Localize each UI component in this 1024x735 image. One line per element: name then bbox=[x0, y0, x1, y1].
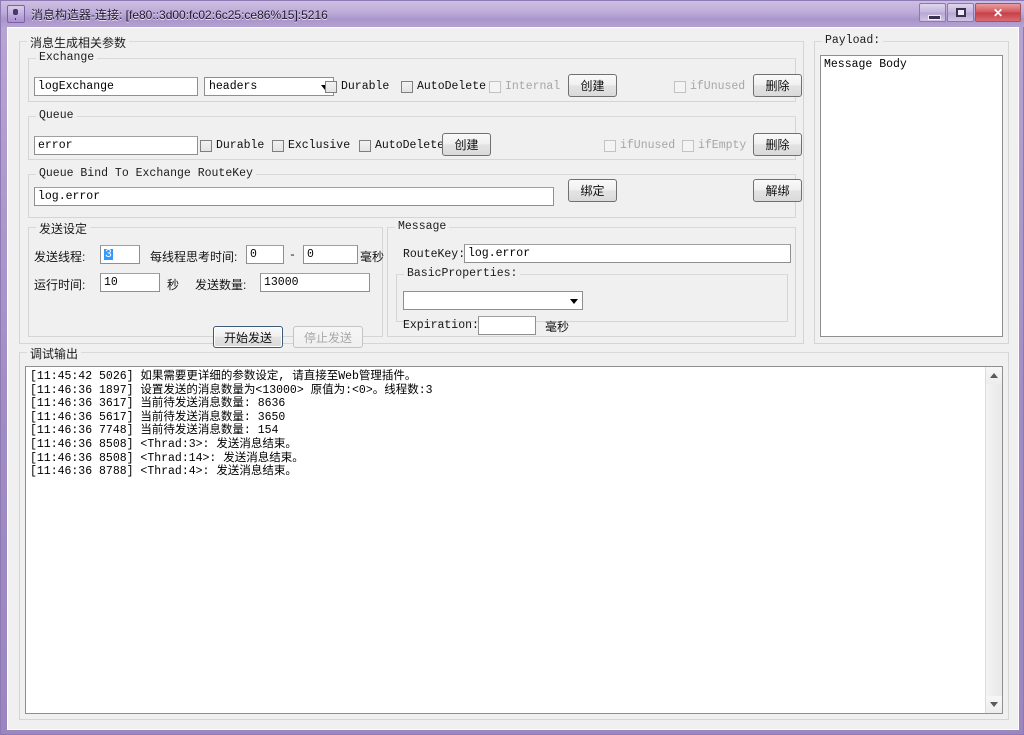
queue-group-label: Queue bbox=[36, 109, 77, 122]
debug-output-line: [11:46:36 3617] 当前待发送消息数量: 8636 bbox=[30, 397, 981, 411]
queue-ifunused-label: ifUnused bbox=[620, 139, 675, 152]
think-time-max-input[interactable]: 0 bbox=[303, 245, 358, 264]
message-params-group-label: 消息生成相关参数 bbox=[27, 34, 129, 51]
queue-autodelete-label: AutoDelete bbox=[375, 139, 444, 152]
window-controls: ✕ bbox=[918, 3, 1021, 22]
app-window: 消息构造器-连接: [fe80::3d00:fc02:6c25:ce86%15]… bbox=[0, 0, 1024, 735]
queue-durable-checkbox[interactable]: Durable bbox=[200, 139, 264, 152]
queue-durable-label: Durable bbox=[216, 139, 264, 152]
window-title: 消息构造器-连接: [fe80::3d00:fc02:6c25:ce86%15]… bbox=[31, 6, 328, 23]
debug-output-line: [11:46:36 7748] 当前待发送消息数量: 154 bbox=[30, 424, 981, 438]
minimize-icon bbox=[928, 15, 941, 20]
message-params-group: 消息生成相关参数 Exchange logExchange headers Du… bbox=[19, 41, 804, 344]
queue-create-button[interactable]: 创建 bbox=[442, 133, 491, 156]
exchange-name-input[interactable]: logExchange bbox=[34, 77, 198, 96]
exchange-create-button[interactable]: 创建 bbox=[568, 74, 617, 97]
think-time-min-input[interactable]: 0 bbox=[246, 245, 284, 264]
exchange-internal-label: Internal bbox=[505, 80, 560, 93]
title-bar[interactable]: 消息构造器-连接: [fe80::3d00:fc02:6c25:ce86%15]… bbox=[1, 1, 1024, 27]
send-count-input[interactable]: 13000 bbox=[260, 273, 370, 292]
checkbox-box bbox=[489, 81, 501, 93]
queue-exclusive-checkbox[interactable]: Exclusive bbox=[272, 139, 350, 152]
runtime-input[interactable]: 10 bbox=[100, 273, 160, 292]
unbind-button[interactable]: 解绑 bbox=[753, 179, 802, 202]
scrollbar-track[interactable] bbox=[986, 384, 1002, 696]
checkbox-box bbox=[359, 140, 371, 152]
basicproperties-select[interactable] bbox=[403, 291, 583, 310]
debug-output-lines: [11:45:42 5026] 如果需要更详细的参数设定, 请直接至Web管理插… bbox=[26, 368, 985, 713]
send-settings-group-label: 发送设定 bbox=[36, 220, 90, 237]
expiration-label: Expiration: bbox=[403, 319, 479, 332]
checkbox-box bbox=[674, 81, 686, 93]
chevron-down-icon bbox=[570, 299, 578, 304]
threads-label: 发送线程: bbox=[34, 248, 85, 265]
expiration-unit: 毫秒 bbox=[545, 318, 569, 335]
binding-routekey-input[interactable]: log.error bbox=[34, 187, 554, 206]
expiration-input[interactable] bbox=[478, 316, 536, 335]
exchange-ifunused-checkbox: ifUnused bbox=[674, 80, 745, 93]
debug-output-line: [11:46:36 5617] 当前待发送消息数量: 3650 bbox=[30, 411, 981, 425]
scroll-up-icon bbox=[990, 373, 998, 378]
basicproperties-group-label: BasicProperties: bbox=[404, 267, 520, 280]
message-group-label: Message bbox=[395, 220, 449, 233]
threads-value: 3 bbox=[104, 249, 113, 261]
queue-autodelete-checkbox[interactable]: AutoDelete bbox=[359, 139, 444, 152]
think-time-dash: - bbox=[289, 249, 296, 262]
threads-input[interactable]: 3 bbox=[100, 245, 140, 264]
checkbox-box bbox=[200, 140, 212, 152]
debug-output-line: [11:46:36 8508] <Thrad:3>: 发送消息结束。 bbox=[30, 438, 981, 452]
checkbox-box bbox=[604, 140, 616, 152]
debug-output-line: [11:46:36 8788] <Thrad:4>: 发送消息结束。 bbox=[30, 465, 981, 479]
exchange-durable-checkbox[interactable]: Durable bbox=[325, 80, 389, 93]
queue-ifempty-label: ifEmpty bbox=[698, 139, 746, 152]
exchange-type-select[interactable]: headers bbox=[204, 77, 334, 96]
bind-button[interactable]: 绑定 bbox=[568, 179, 617, 202]
start-send-button[interactable]: 开始发送 bbox=[213, 326, 283, 348]
think-time-unit: 毫秒 bbox=[360, 248, 384, 265]
close-button[interactable]: ✕ bbox=[975, 3, 1021, 22]
debug-output-line: [11:46:36 1897] 设置发送的消息数量为<13000> 原值为:<0… bbox=[30, 384, 981, 398]
checkbox-box bbox=[401, 81, 413, 93]
debug-output-textarea[interactable]: [11:45:42 5026] 如果需要更详细的参数设定, 请直接至Web管理插… bbox=[25, 366, 1003, 714]
think-time-label: 每线程思考时间: bbox=[150, 248, 237, 265]
binding-group-label: Queue Bind To Exchange RouteKey bbox=[36, 167, 256, 180]
payload-group-label: Payload: bbox=[822, 34, 883, 47]
debug-output-group-label: 调试输出 bbox=[27, 345, 81, 362]
queue-name-input[interactable]: error bbox=[34, 136, 198, 155]
runtime-unit: 秒 bbox=[167, 276, 179, 293]
queue-ifempty-checkbox: ifEmpty bbox=[682, 139, 746, 152]
queue-ifunused-checkbox: ifUnused bbox=[604, 139, 675, 152]
exchange-group-label: Exchange bbox=[36, 51, 97, 64]
debug-output-scrollbar[interactable] bbox=[985, 367, 1002, 713]
maximize-button[interactable] bbox=[947, 3, 974, 22]
debug-output-line: [11:45:42 5026] 如果需要更详细的参数设定, 请直接至Web管理插… bbox=[30, 370, 981, 384]
scroll-down-button[interactable] bbox=[986, 696, 1002, 713]
queue-delete-button[interactable]: 删除 bbox=[753, 133, 802, 156]
send-count-label: 发送数量: bbox=[195, 276, 246, 293]
maximize-icon bbox=[956, 8, 966, 17]
checkbox-box bbox=[272, 140, 284, 152]
checkbox-box bbox=[325, 81, 337, 93]
scroll-down-icon bbox=[990, 702, 998, 707]
debug-output-line: [11:46:36 8508] <Thrad:14>: 发送消息结束。 bbox=[30, 452, 981, 466]
exchange-ifunused-label: ifUnused bbox=[690, 80, 745, 93]
close-icon: ✕ bbox=[976, 4, 1020, 21]
exchange-durable-label: Durable bbox=[341, 80, 389, 93]
message-routekey-input[interactable]: log.error bbox=[464, 244, 791, 263]
minimize-button[interactable] bbox=[919, 3, 946, 22]
stop-send-button: 停止发送 bbox=[293, 326, 363, 348]
exchange-autodelete-label: AutoDelete bbox=[417, 80, 486, 93]
exchange-type-value: headers bbox=[209, 80, 257, 93]
exchange-internal-checkbox: Internal bbox=[489, 80, 560, 93]
runtime-label: 运行时间: bbox=[34, 276, 85, 293]
checkbox-box bbox=[682, 140, 694, 152]
scroll-up-button[interactable] bbox=[986, 367, 1002, 384]
queue-exclusive-label: Exclusive bbox=[288, 139, 350, 152]
payload-textarea[interactable]: Message Body bbox=[820, 55, 1003, 337]
exchange-delete-button[interactable]: 删除 bbox=[753, 74, 802, 97]
client-area: 消息生成相关参数 Exchange logExchange headers Du… bbox=[7, 27, 1019, 730]
app-icon bbox=[7, 5, 25, 23]
message-routekey-label: RouteKey: bbox=[403, 248, 465, 261]
exchange-autodelete-checkbox[interactable]: AutoDelete bbox=[401, 80, 486, 93]
